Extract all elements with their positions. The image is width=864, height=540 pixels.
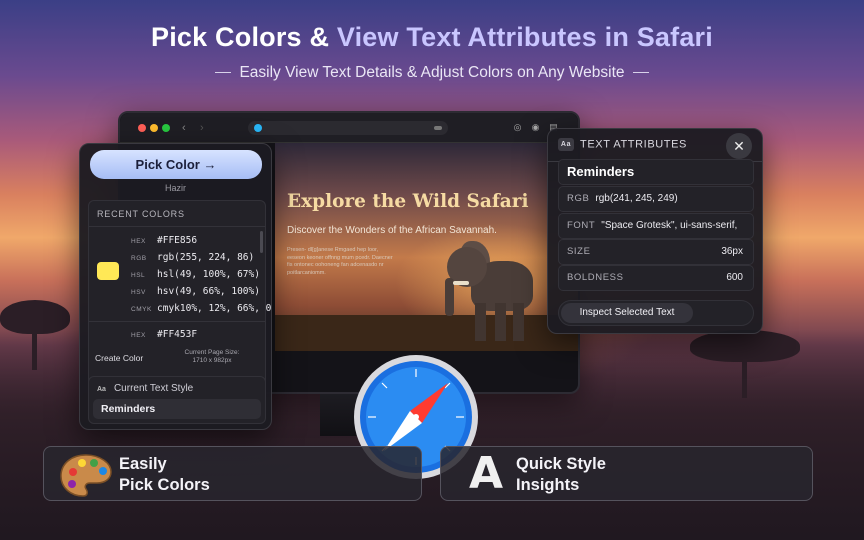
- page-size-info: Current Page Size: 1710 x 982px: [176, 349, 248, 365]
- color-row-hex-next[interactable]: HEX #FF453F: [131, 329, 271, 340]
- color-value: #FFE856: [157, 235, 198, 246]
- elephant-leg: [495, 303, 506, 341]
- current-text-style-value[interactable]: Reminders: [93, 399, 261, 419]
- close-button[interactable]: ✕: [726, 133, 752, 159]
- site-ground: [275, 315, 578, 351]
- site-heading: Explore the Wild Safari: [287, 191, 529, 212]
- hero-title-part2: View Text Attributes in Safari: [336, 22, 713, 52]
- hero-subtitle-text: Easily View Text Details & Adjust Colors…: [239, 64, 625, 81]
- forward-chevron-icon[interactable]: ›: [200, 122, 204, 134]
- color-value: rgb(255, 224, 86): [157, 252, 255, 263]
- color-format-label: HEX: [131, 238, 146, 245]
- site-body-text: Presen- dl[g]anese Rmgaed hep loor, eese…: [287, 247, 393, 276]
- back-chevron-icon[interactable]: ‹: [182, 122, 186, 134]
- page-size-label: Current Page Size:: [184, 349, 240, 356]
- subtitle-dash-left: [215, 72, 232, 74]
- inspect-bar: Inspect Selected Text: [558, 300, 754, 326]
- window-close-dot[interactable]: [138, 124, 146, 132]
- attribute-row-boldness[interactable]: BOLDNESS 600: [558, 265, 754, 291]
- window-minimize-dot[interactable]: [150, 124, 158, 132]
- color-format-label: HEX: [131, 332, 146, 339]
- attribute-value: 600: [726, 272, 743, 283]
- color-value: hsl(49, 100%, 67%): [157, 269, 260, 280]
- elephant-tusk: [453, 281, 469, 285]
- color-row-rgb[interactable]: RGB rgb(255, 224, 86): [131, 252, 271, 263]
- text-style-icon: Aa: [558, 138, 574, 151]
- acacia-trunk-left: [32, 330, 37, 370]
- attribute-key: SIZE: [567, 246, 591, 257]
- text-attributes-header: Aa TEXT ATTRIBUTES: [558, 138, 687, 151]
- picker-footer-row: Create Color Current Page Size: 1710 x 9…: [88, 347, 266, 373]
- color-swatch[interactable]: [97, 262, 119, 280]
- current-text-style-label: Current Text Style: [113, 383, 194, 394]
- site-favicon-icon: [254, 124, 262, 132]
- attribute-row-title[interactable]: Reminders: [558, 159, 754, 185]
- color-row-hsl[interactable]: HSL hsl(49, 100%, 67%): [131, 269, 271, 280]
- color-value: hsv(49, 66%, 100%): [157, 286, 260, 297]
- feature-text: Quick Style Insights: [516, 454, 606, 496]
- current-text-style-heading: Aa Current Text Style: [97, 383, 193, 394]
- address-bar[interactable]: [248, 121, 448, 135]
- subtitle-dash-right: [632, 72, 649, 74]
- text-attributes-heading: TEXT ATTRIBUTES: [580, 138, 687, 151]
- attribute-value: rgb(241, 245, 249): [595, 193, 678, 204]
- color-value: cmyk10%, 12%, 66%, 0: [157, 303, 272, 314]
- feature-line: Insights: [516, 476, 580, 494]
- text-attributes-panel: Aa TEXT ATTRIBUTES ✕ Reminders RGB rgb(241…: [547, 128, 763, 334]
- elephant-leg: [475, 303, 486, 341]
- hero-title-part1: Pick Colors &: [151, 22, 337, 52]
- divider: [89, 226, 265, 227]
- color-format-label: CMYK: [131, 306, 152, 313]
- inspect-selected-text-button[interactable]: Inspect Selected Text: [561, 303, 693, 323]
- palette-icon: [60, 454, 112, 497]
- color-value: #FF453F: [157, 329, 198, 340]
- window-zoom-dot[interactable]: [162, 124, 170, 132]
- color-picker-panel: Pick Color → Hazir RECENT COLORS HEX #FFE…: [79, 143, 272, 430]
- browser-toolbar: ‹ › ◎ ◉ ▤: [120, 113, 578, 143]
- attribute-value: "Space Grotesk", ui-sans-serif,: [601, 220, 738, 231]
- attribute-row-rgb[interactable]: RGB rgb(241, 245, 249): [558, 186, 754, 212]
- feature-line: Quick Style: [516, 455, 606, 473]
- scrollbar-thumb[interactable]: [260, 231, 263, 253]
- address-options-icon[interactable]: [434, 126, 442, 130]
- recent-colors-heading: RECENT COLORS: [97, 209, 185, 219]
- feature-card-style-insights: A Quick Style Insights: [440, 446, 813, 501]
- feature-text: Easily Pick Colors: [119, 454, 210, 496]
- attribute-key: BOLDNESS: [567, 272, 624, 283]
- extension-icon[interactable]: ◉: [530, 122, 541, 133]
- color-row-hex[interactable]: HEX #FFE856: [131, 235, 271, 246]
- attribute-row-size[interactable]: SIZE 36px: [558, 239, 754, 265]
- divider: [89, 321, 265, 322]
- color-format-label: HSL: [131, 272, 146, 279]
- hero-subtitle: Easily View Text Details & Adjust Colors…: [0, 64, 864, 82]
- text-style-icon: Aa: [97, 386, 106, 393]
- color-row-cmyk[interactable]: CMYK cmyk10%, 12%, 66%, 0: [131, 303, 271, 314]
- pick-color-button[interactable]: Pick Color →: [90, 150, 262, 179]
- profile-name: Hazir: [164, 183, 186, 193]
- color-format-label: RGB: [131, 255, 147, 262]
- site-subheading: Discover the Wonders of the African Sava…: [287, 225, 497, 236]
- feature-line: Easily: [119, 455, 167, 473]
- letter-a-icon: A: [469, 448, 504, 499]
- shield-icon[interactable]: ◎: [512, 122, 523, 133]
- acacia-trunk-right: [742, 358, 747, 398]
- acacia-tree-left: [0, 300, 70, 334]
- elephant-leg: [513, 303, 524, 341]
- feature-line: Pick Colors: [119, 476, 210, 494]
- color-row-hsv[interactable]: HSV hsv(49, 66%, 100%): [131, 286, 271, 297]
- page-size-value: 1710 x 982px: [192, 357, 232, 364]
- create-color-button[interactable]: Create Color: [95, 353, 143, 363]
- feature-card-pick-colors: Easily Pick Colors: [43, 446, 422, 501]
- hero-title: Pick Colors & View Text Attributes in Sa…: [0, 22, 864, 53]
- attribute-key: FONT: [567, 220, 596, 231]
- website-viewport: Explore the Wild Safari Discover the Won…: [275, 143, 578, 351]
- color-format-label: HSV: [131, 289, 146, 296]
- current-text-style-section: Aa Current Text Style Reminders: [88, 376, 266, 424]
- attribute-row-font[interactable]: FONT "Space Grotesk", ui-sans-serif,: [558, 213, 754, 239]
- attribute-value: 36px: [721, 246, 743, 257]
- attribute-key: RGB: [567, 193, 590, 204]
